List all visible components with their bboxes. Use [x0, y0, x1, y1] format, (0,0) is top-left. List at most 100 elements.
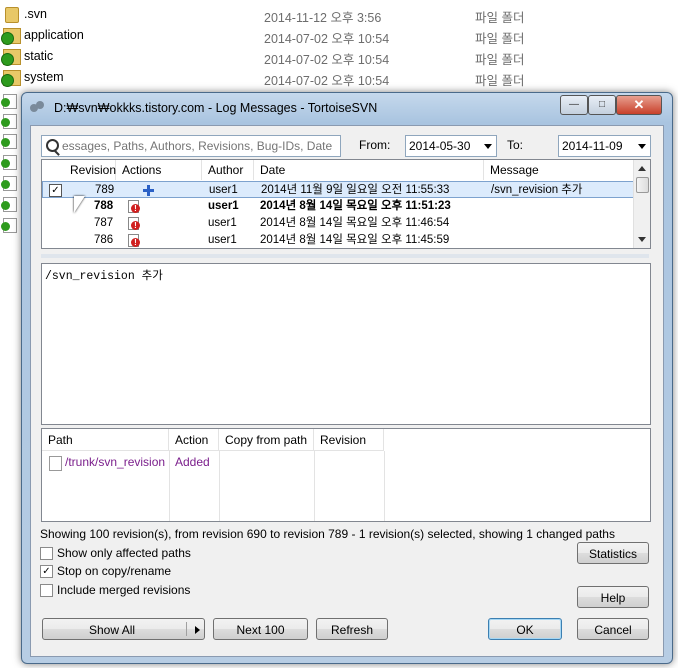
help-button[interactable]: Help	[577, 586, 649, 608]
dialog-client-area: From: 2014-05-30 To: 2014-11-09 Revision…	[30, 125, 664, 657]
explorer-row[interactable]: static 2014-07-02 오후 10:54 파일 폴더	[0, 46, 678, 67]
maximize-button[interactable]: □	[588, 95, 616, 115]
to-label: To:	[507, 138, 524, 152]
show-all-label: Show All	[89, 623, 136, 637]
revision-number: 787	[94, 217, 114, 229]
svn-ok-file-icon	[1, 94, 17, 109]
svn-ok-file-icon	[1, 176, 17, 191]
status-text: Showing 100 revision(s), from revision 6…	[40, 527, 615, 541]
search-box[interactable]	[41, 135, 341, 157]
file-name: .svn	[24, 7, 47, 21]
revision-date: 2014년 8월 14일 목요일 오후 11:46:54	[260, 217, 450, 229]
revision-row[interactable]: 786 user1 2014년 8월 14일 목요일 오후 11:45:59	[42, 232, 634, 248]
from-date-value: 2014-05-30	[409, 139, 471, 153]
modify-action-icon	[128, 234, 140, 247]
file-name: static	[24, 49, 54, 63]
log-message-pane[interactable]: /svn_revision 추가	[41, 263, 651, 425]
minimize-button[interactable]: —	[560, 95, 588, 115]
chevron-down-icon	[638, 144, 646, 149]
file-name: system	[24, 70, 64, 84]
file-type: 파일 폴더	[475, 32, 525, 46]
close-button[interactable]: ✕	[616, 95, 662, 115]
dialog-title: D:₩svn₩okkks.tistory.com - Log Messages …	[54, 101, 378, 115]
file-type: 파일 폴더	[475, 53, 525, 67]
changed-paths-list[interactable]: Path Action Copy from path Revision /tru…	[41, 428, 651, 522]
column-header-author[interactable]: Author	[202, 160, 254, 180]
revision-list[interactable]: Revision Actions Author Date Message ✓ 7…	[41, 159, 651, 249]
revision-row[interactable]: 787 user1 2014년 8월 14일 목요일 오후 11:46:54	[42, 215, 634, 232]
scroll-down-icon[interactable]	[638, 237, 646, 242]
file-date: 2014-07-02 오후 10:54	[264, 74, 390, 88]
explorer-row[interactable]: system 2014-07-02 오후 10:54 파일 폴더	[0, 67, 678, 88]
revision-date: 2014년 8월 14일 목요일 오후 11:45:59	[260, 234, 450, 246]
refresh-button[interactable]: Refresh	[316, 618, 388, 640]
cancel-button[interactable]: Cancel	[577, 618, 649, 640]
revision-row[interactable]: ✓ 789 user1 2014년 11월 9일 일요일 오전 11:55:33…	[42, 181, 634, 198]
svn-ok-file-icon	[1, 114, 17, 129]
column-header-path[interactable]: Path	[42, 429, 169, 451]
revision-author: user1	[208, 200, 239, 212]
add-action-icon	[143, 185, 154, 196]
explorer-row[interactable]: application 2014-07-02 오후 10:54 파일 폴더	[0, 25, 678, 46]
checkbox-label: Stop on copy/rename	[57, 564, 172, 578]
revision-number: 789	[95, 184, 115, 196]
svn-ok-file-icon	[1, 155, 17, 170]
revision-number: 786	[94, 234, 114, 246]
from-label: From:	[359, 138, 391, 152]
file-name: application	[24, 28, 84, 42]
revision-checkbox[interactable]: ✓	[49, 184, 62, 197]
revision-date: 2014년 11월 9일 일요일 오전 11:55:33	[261, 184, 450, 196]
folder-icon	[5, 7, 19, 23]
chevron-right-icon[interactable]	[195, 626, 200, 634]
svn-ok-file-icon	[1, 197, 17, 212]
changed-path-action: Added	[175, 455, 210, 469]
search-icon[interactable]	[46, 139, 59, 152]
file-icon	[49, 456, 62, 471]
svn-ok-folder-icon	[1, 70, 21, 87]
log-message-text: /svn_revision 추가	[45, 270, 163, 283]
ok-button[interactable]: OK	[488, 618, 562, 640]
revision-list-scrollbar[interactable]	[633, 160, 650, 248]
scroll-thumb[interactable]	[636, 177, 649, 193]
chevron-down-icon	[484, 144, 492, 149]
revision-row[interactable]: 788 user1 2014년 8월 14일 목요일 오후 11:51:23	[42, 198, 634, 215]
svn-ok-file-icon	[1, 134, 17, 149]
show-all-split-button[interactable]: Show All	[42, 618, 205, 640]
checkbox-label: Include merged revisions	[57, 583, 191, 597]
next-100-button[interactable]: Next 100	[213, 618, 308, 640]
revision-author: user1	[209, 184, 238, 196]
revision-author: user1	[208, 234, 237, 246]
column-header-actions[interactable]: Actions	[116, 160, 202, 180]
column-header-message[interactable]: Message	[484, 160, 634, 180]
pane-splitter[interactable]	[41, 254, 649, 258]
column-header-revision[interactable]: Revision	[64, 160, 116, 180]
explorer-row[interactable]: .svn 2014-11-12 오후 3:56 파일 폴더	[0, 4, 678, 25]
file-type: 파일 폴더	[475, 74, 525, 88]
scroll-up-icon[interactable]	[638, 166, 646, 171]
file-type: 파일 폴더	[475, 11, 525, 25]
checkbox-box[interactable]	[40, 547, 53, 560]
column-header-copy-from-path[interactable]: Copy from path	[219, 429, 314, 451]
statistics-button[interactable]: Statistics	[577, 542, 649, 564]
to-date-value: 2014-11-09	[562, 139, 623, 153]
revision-number: 788	[94, 200, 114, 212]
column-header-date[interactable]: Date	[254, 160, 484, 180]
revision-message: /svn_revision 추가	[491, 184, 583, 196]
from-date-picker[interactable]: 2014-05-30	[405, 135, 497, 157]
svn-ok-file-icon	[1, 218, 17, 233]
column-header-revision[interactable]: Revision	[314, 429, 384, 451]
modify-action-icon	[128, 217, 140, 230]
tortoisesvn-app-icon	[30, 101, 46, 115]
changed-path[interactable]: /trunk/svn_revision	[65, 455, 165, 469]
file-date: 2014-07-02 오후 10:54	[264, 53, 390, 67]
file-date: 2014-07-02 오후 10:54	[264, 32, 390, 46]
svn-ok-folder-icon	[1, 28, 21, 45]
modify-action-icon	[128, 200, 140, 213]
column-header-action[interactable]: Action	[169, 429, 219, 451]
checkbox-box[interactable]: ✓	[40, 565, 53, 578]
checkbox-label: Show only affected paths	[57, 546, 191, 560]
search-input[interactable]	[62, 137, 332, 154]
to-date-picker[interactable]: 2014-11-09	[558, 135, 651, 157]
revision-author: user1	[208, 217, 237, 229]
checkbox-box[interactable]	[40, 584, 53, 597]
